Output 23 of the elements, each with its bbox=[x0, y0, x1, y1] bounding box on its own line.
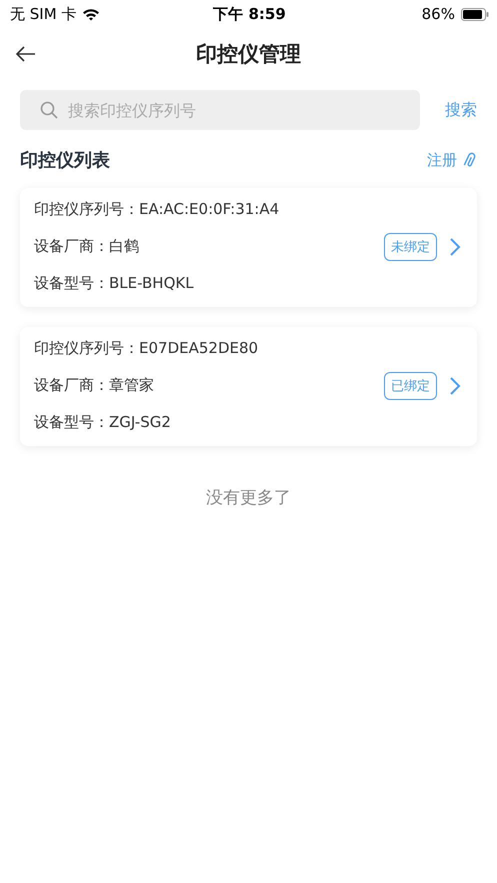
device-field: 印控仪序列号：E07DEA52DE80 bbox=[34, 339, 384, 358]
binding-status: 已绑定 bbox=[384, 372, 437, 400]
device-field: 设备厂商：白鹤 bbox=[34, 237, 384, 256]
device-card[interactable]: 印控仪序列号：E07DEA52DE80 设备厂商：章管家 设备型号：ZGJ-SG2 已绑定 bbox=[20, 327, 477, 446]
device-field: 印控仪序列号：EA:AC:E0:0F:31:A4 bbox=[34, 200, 384, 219]
clock-time: 下午 8:59 bbox=[213, 4, 286, 24]
carrier-label: 无 SIM 卡 bbox=[10, 4, 76, 24]
chevron-icon[interactable] bbox=[449, 236, 461, 256]
paperclip-icon bbox=[463, 151, 477, 169]
wifi-icon bbox=[82, 8, 100, 20]
device-field: 设备型号：ZGJ-SG2 bbox=[34, 413, 384, 432]
device-field: 设备型号：BLE-BHQKL bbox=[34, 274, 384, 293]
battery-icon bbox=[460, 8, 489, 20]
chevron-icon[interactable] bbox=[449, 376, 461, 396]
device-field: 设备厂商：章管家 bbox=[34, 376, 384, 395]
battery-percent: 86% bbox=[422, 5, 455, 23]
search-icon bbox=[40, 101, 58, 119]
device-card[interactable]: 印控仪序列号：EA:AC:E0:0F:31:A4 设备厂商：白鹤 设备型号：BLE-BHQKL 未绑定 bbox=[20, 188, 477, 307]
end-of-list-text: 没有更多了 bbox=[206, 488, 291, 508]
page-title: 印控仪管理 bbox=[196, 41, 301, 68]
search-field[interactable]: 搜索印控仪序列号 bbox=[20, 90, 420, 130]
section-title: 印控仪列表 bbox=[20, 149, 110, 172]
binding-status: 未绑定 bbox=[384, 232, 437, 260]
